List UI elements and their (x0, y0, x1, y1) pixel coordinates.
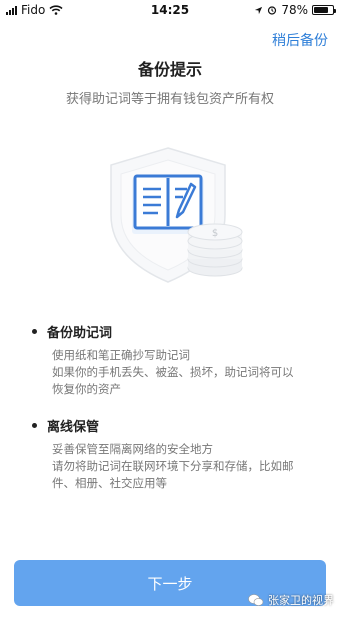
section-title: 离线保管 (47, 420, 100, 435)
page-subtitle: 获得助记词等于拥有钱包资产所有权 (65, 92, 274, 107)
section-offline-storage: 离线保管 妥善保管至隔离网络的安全地方 请勿将助记词在联网环境下分享和存储，比如… (32, 416, 332, 492)
watermark: 张家卫的视界 (248, 592, 334, 608)
body-line: 件、相册、社交应用等 (52, 476, 167, 490)
alarm-clock-icon (268, 6, 277, 15)
body-line: 使用纸和笔正确抄写助记词 (52, 348, 190, 362)
section-body: 妥善保管至隔离网络的安全地方 请勿将助记词在联网环境下分享和存储，比如邮 件、相… (52, 441, 332, 492)
status-bar: Fido 14:25 78% (0, 0, 340, 20)
battery-percent: 78% (281, 3, 308, 17)
next-step-label: 下一步 (147, 574, 193, 593)
bullet-dot-icon (32, 329, 37, 334)
wechat-logo-icon (248, 593, 264, 606)
section-title: 备份助记词 (47, 326, 113, 341)
section-backup-mnemonic: 备份助记词 使用纸和笔正确抄写助记词 如果你的手机丢失、被盗、损坏，助记词将可以… (32, 322, 332, 398)
body-line: 恢复你的资产 (52, 382, 121, 396)
section-heading: 备份助记词 (32, 322, 332, 341)
page-title: 备份提示 (137, 60, 202, 79)
section-heading: 离线保管 (32, 416, 332, 435)
svg-text:$: $ (212, 228, 218, 239)
section-body: 使用纸和笔正确抄写助记词 如果你的手机丢失、被盗、损坏，助记词将可以 恢复你的资… (52, 347, 332, 398)
open-book-with-pen-icon (132, 174, 204, 234)
bullet-dot-icon (32, 423, 37, 428)
battery-icon (312, 5, 336, 15)
body-line: 妥善保管至隔离网络的安全地方 (52, 442, 213, 456)
coin-stack-icon: $ (187, 223, 243, 277)
watermark-text: 张家卫的视界 (268, 594, 334, 607)
status-right: 78% (254, 3, 336, 17)
backup-later-link[interactable]: 稍后备份 (272, 30, 328, 50)
battery-fill (314, 7, 329, 13)
body-line: 请勿将助记词在联网环境下分享和存储，比如邮 (52, 459, 294, 473)
location-arrow-icon (255, 6, 263, 14)
body-line: 如果你的手机丢失、被盗、损坏，助记词将可以 (52, 365, 294, 379)
backup-illustration: $ (95, 140, 255, 290)
